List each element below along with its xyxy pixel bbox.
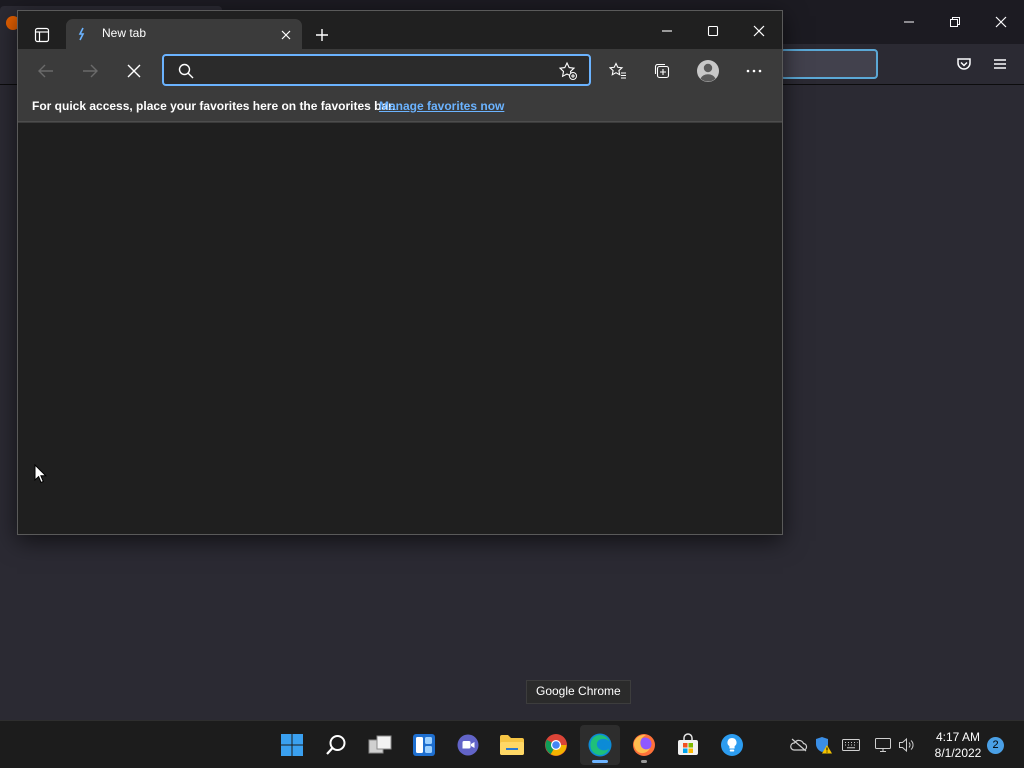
more-icon	[746, 69, 762, 73]
close-icon	[995, 16, 1007, 28]
store-icon	[678, 733, 698, 755]
tips-icon	[721, 734, 743, 756]
pocket-icon	[957, 58, 971, 70]
volume-tray-button[interactable]	[896, 734, 918, 756]
search-icon	[326, 735, 346, 755]
running-app-indicator	[641, 760, 647, 763]
search-icon	[178, 63, 194, 79]
edge-close-button[interactable]	[743, 17, 775, 45]
menu-icon	[994, 59, 1006, 69]
tips-button[interactable]	[712, 725, 752, 765]
address-bar[interactable]	[162, 54, 591, 86]
firefox-url-bar[interactable]	[780, 49, 878, 79]
firefox-restore-button[interactable]	[941, 8, 969, 36]
settings-more-button[interactable]	[738, 55, 770, 87]
edge-minimize-button[interactable]	[651, 17, 683, 45]
edge-titlebar: New tab	[18, 11, 782, 49]
file-explorer-button[interactable]	[492, 725, 532, 765]
stop-loading-button[interactable]	[118, 55, 150, 87]
keyboard-icon	[842, 739, 860, 751]
start-button[interactable]	[272, 725, 312, 765]
restore-icon	[950, 17, 960, 27]
chrome-icon	[545, 734, 567, 756]
edge-window: New tab For quick access, place your fav…	[17, 10, 783, 535]
collections-button[interactable]	[646, 55, 678, 87]
mouse-cursor-icon	[34, 464, 48, 484]
task-view-button[interactable]	[360, 725, 400, 765]
windows-start-icon	[281, 734, 303, 756]
address-input[interactable]	[202, 58, 542, 82]
edge-icon	[588, 733, 612, 757]
network-tray-button[interactable]	[872, 734, 894, 756]
notification-badge[interactable]: 2	[987, 737, 1004, 754]
microsoft-store-button[interactable]	[668, 725, 708, 765]
firefox-icon	[633, 734, 655, 756]
forward-arrow-icon	[83, 64, 98, 78]
firefox-menu-button[interactable]	[986, 50, 1014, 78]
favorites-button[interactable]	[602, 55, 634, 87]
active-app-indicator	[592, 760, 608, 763]
tab-actions-icon	[34, 27, 50, 43]
tab-new-tab[interactable]: New tab	[66, 19, 302, 49]
firefox-minimize-button[interactable]	[895, 8, 923, 36]
profile-button[interactable]	[692, 55, 724, 87]
maximize-icon	[707, 25, 719, 37]
file-explorer-icon	[500, 735, 524, 755]
taskbar: 4:17 AM 8/1/2022 2	[0, 720, 1024, 768]
pocket-button[interactable]	[950, 50, 978, 78]
edge-taskbar-button[interactable]	[580, 725, 620, 765]
widgets-icon	[413, 734, 435, 756]
collections-icon	[654, 63, 670, 79]
windows-security-tray-button[interactable]	[812, 734, 834, 756]
manage-favorites-link[interactable]: Manage favorites now	[379, 99, 504, 113]
firefox-close-button[interactable]	[987, 8, 1015, 36]
favorites-bar: For quick access, place your favorites h…	[18, 93, 782, 122]
teams-chat-icon	[457, 734, 479, 756]
firefox-taskbar-button[interactable]	[624, 725, 664, 765]
chrome-taskbar-button[interactable]	[536, 725, 576, 765]
chat-button[interactable]	[448, 725, 488, 765]
favorites-icon	[609, 62, 626, 79]
edge-toolbar	[18, 49, 782, 93]
widgets-button[interactable]	[404, 725, 444, 765]
network-icon	[875, 738, 891, 752]
task-view-icon	[368, 735, 392, 754]
loading-favicon-icon	[78, 27, 85, 41]
security-warning-icon	[816, 737, 832, 754]
minimize-icon	[904, 21, 914, 23]
taskbar-search-button[interactable]	[316, 725, 356, 765]
tab-actions-button[interactable]	[28, 21, 56, 49]
close-icon	[281, 30, 291, 40]
page-content-area[interactable]	[18, 123, 782, 534]
onedrive-tray-button[interactable]	[788, 734, 810, 756]
back-button[interactable]	[30, 55, 62, 87]
onedrive-offline-icon	[790, 738, 808, 752]
tab-title: New tab	[102, 26, 147, 40]
taskbar-clock[interactable]: 4:17 AM 8/1/2022	[928, 729, 988, 761]
new-tab-button[interactable]	[310, 23, 334, 47]
minimize-icon	[662, 30, 672, 32]
touch-keyboard-button[interactable]	[840, 734, 862, 756]
volume-icon	[899, 737, 914, 753]
profile-icon	[697, 60, 719, 82]
plus-icon	[316, 29, 328, 41]
taskbar-tooltip: Google Chrome	[526, 680, 631, 704]
add-favorite-icon[interactable]	[558, 61, 578, 81]
stop-loading-icon	[127, 64, 141, 78]
edge-maximize-button[interactable]	[697, 17, 729, 45]
tab-close-button[interactable]	[276, 25, 296, 45]
close-icon	[753, 25, 765, 37]
clock-time: 4:17 AM	[935, 730, 981, 744]
back-arrow-icon	[38, 64, 53, 78]
favorites-bar-message: For quick access, place your favorites h…	[32, 99, 396, 113]
clock-date: 8/1/2022	[934, 746, 982, 760]
forward-button[interactable]	[74, 55, 106, 87]
